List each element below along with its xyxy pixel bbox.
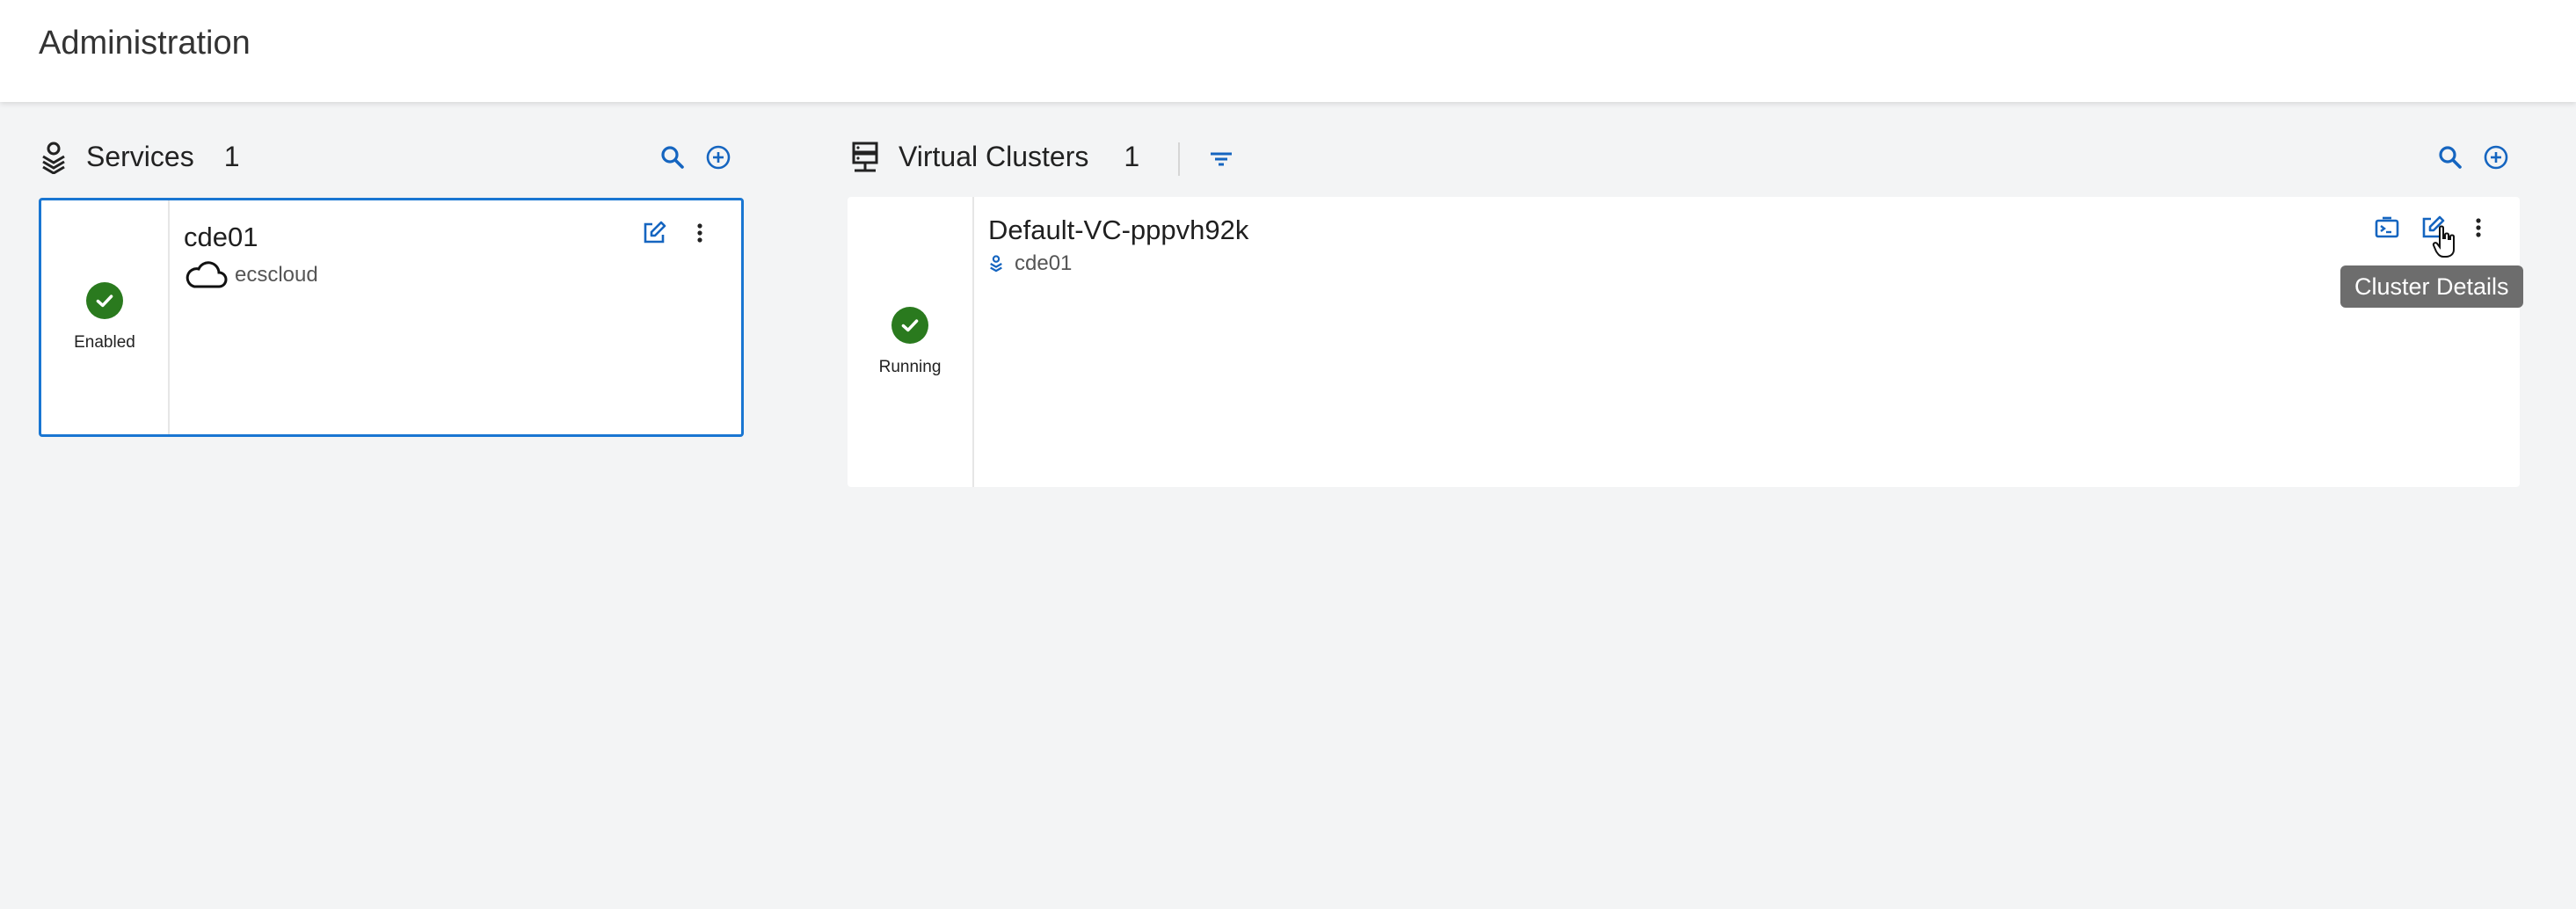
virtual-cluster-card[interactable]: Running Default-VC-pppvh92k cde01 [848,197,2520,487]
top-bar: Administration [0,0,2576,102]
service-name[interactable]: cde01 [184,222,258,253]
service-status: Enabled [41,200,170,434]
virtual-clusters-filter-button[interactable] [1206,144,1236,174]
filter-icon [1211,152,1232,166]
services-icon [39,139,69,175]
add-circle-icon [2484,145,2508,170]
service-cloud-label: ecscloud [235,263,318,287]
search-icon [2439,146,2462,169]
more-vert-icon [2476,218,2481,237]
services-search-button[interactable] [658,142,688,172]
virtual-cluster-name[interactable]: Default-VC-pppvh92k [988,215,1248,246]
service-card[interactable]: Enabled cde01 ecscloud [39,198,744,437]
virtual-cluster-service: cde01 [988,251,1072,276]
edit-icon [644,221,666,244]
virtual-cluster-status-label: Running [878,358,942,376]
server-icon [851,142,879,173]
services-count: 1 [223,140,240,172]
services-add-button[interactable] [703,142,733,172]
virtual-clusters-title: Virtual Clusters [899,141,1089,172]
services-icon [990,255,1002,273]
search-icon [661,146,684,169]
cluster-details-tooltip: Cluster Details [2340,265,2523,308]
service-edit-button[interactable] [639,218,669,248]
services-title: Services [86,140,194,172]
virtual-cluster-more-button[interactable] [2463,213,2493,243]
cloud-icon [186,261,228,288]
terminal-icon [2375,216,2399,238]
virtual-cluster-terminal-button[interactable] [2372,213,2402,243]
virtual-cluster-service-label: cde01 [1015,251,1073,275]
check-icon [891,307,928,344]
more-vert-icon [697,223,702,243]
virtual-cluster-status: Running [848,197,974,487]
virtual-clusters-count: 1 [1124,141,1140,172]
header-divider [1178,142,1180,176]
virtual-clusters-add-button[interactable] [2481,142,2511,172]
virtual-clusters-header: Virtual Clusters 1 [851,141,1139,173]
services-header: Services 1 [39,139,240,175]
page-title: Administration [39,25,251,62]
hand-pointer-icon [2432,225,2458,258]
service-cloud: ecscloud [184,260,318,290]
virtual-clusters-search-button[interactable] [2435,142,2465,172]
service-more-button[interactable] [685,218,715,248]
check-icon [86,282,123,319]
service-status-label: Enabled [74,333,135,352]
add-circle-icon [706,145,731,170]
